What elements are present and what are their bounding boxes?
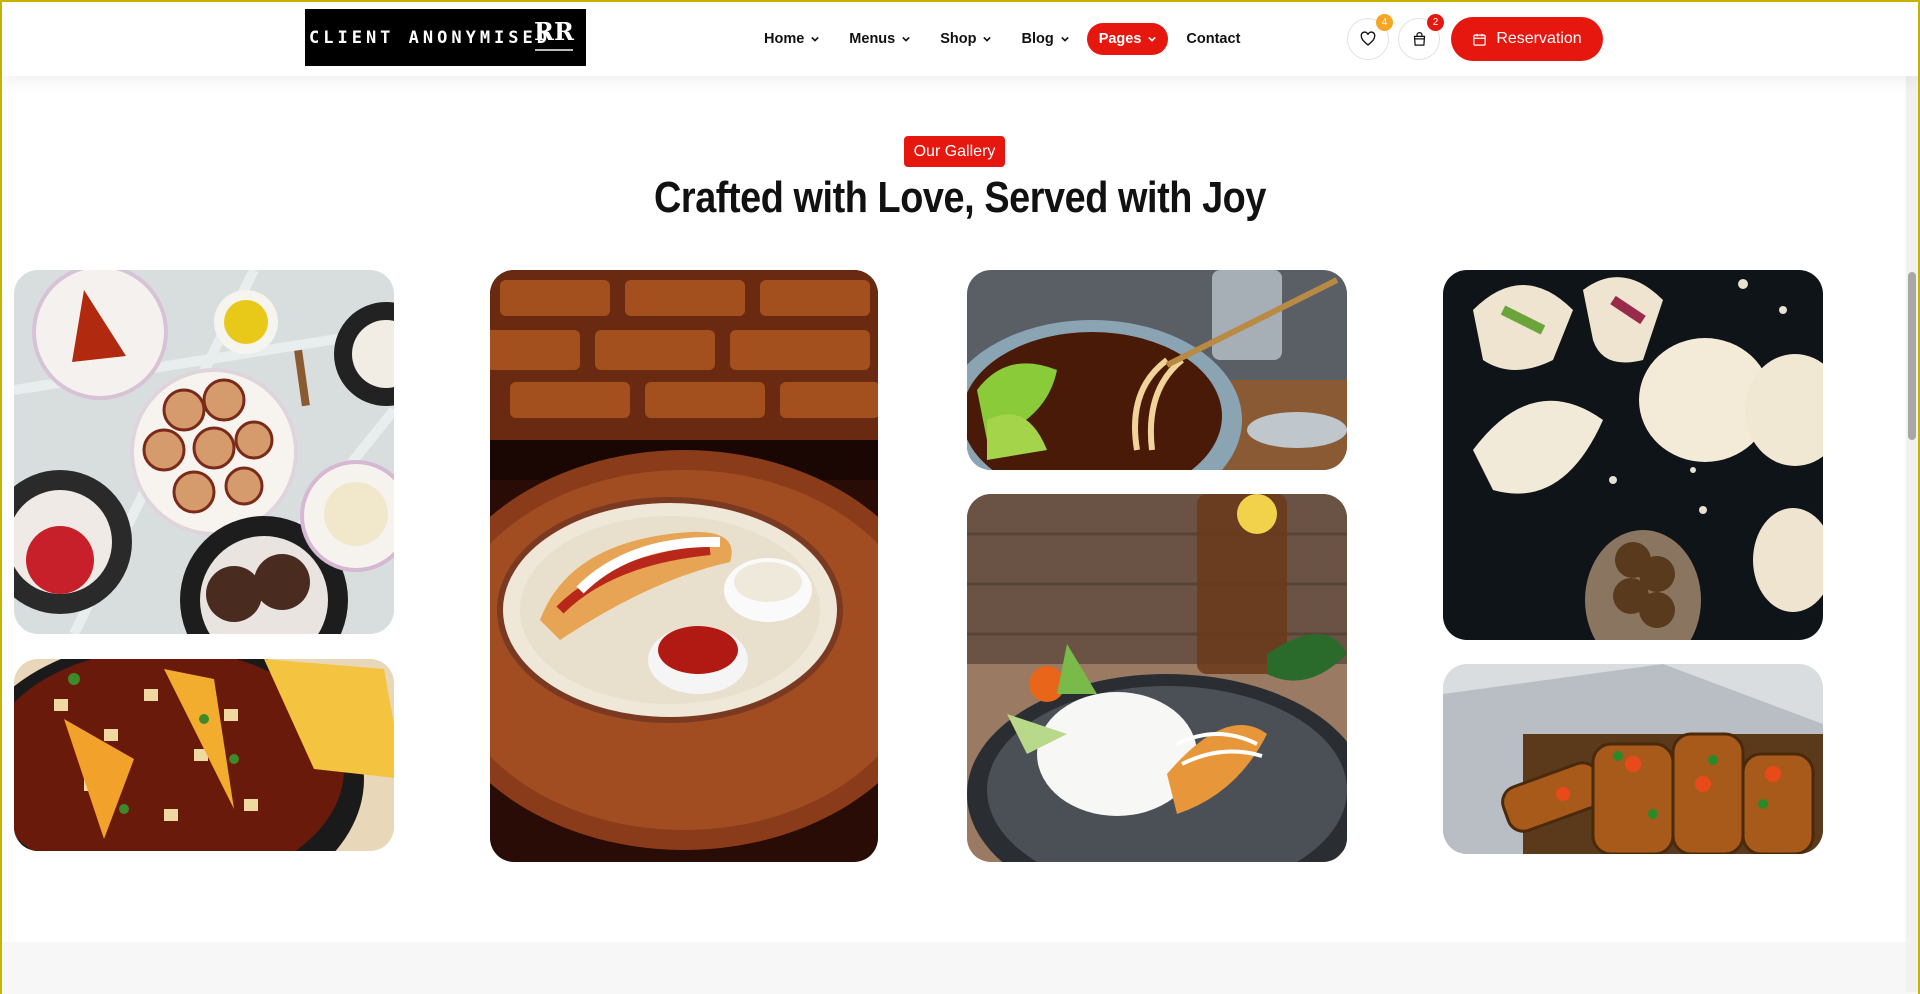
section-tag: Our Gallery (904, 136, 1005, 167)
wishlist-button[interactable]: 4 (1347, 14, 1393, 60)
gallery-image-stuffed-vegetables[interactable] (1443, 664, 1823, 854)
nachos-bowl-photo (14, 659, 394, 851)
scrollbar-thumb[interactable] (1908, 272, 1916, 440)
site-header: CLIENT ANONYMISED RR Home Menus Shop Blo… (2, 2, 1918, 76)
section-title: Crafted with Love, Served with Joy (654, 173, 1266, 222)
next-section-edge (2, 942, 1918, 994)
chevron-down-icon (902, 36, 910, 42)
gallery-image-hotdog-plate[interactable] (490, 270, 878, 862)
nav-home[interactable]: Home (752, 23, 831, 55)
noodle-soup-photo (967, 270, 1347, 470)
scrollbar[interactable] (1906, 2, 1918, 992)
reservation-button[interactable]: Reservation (1451, 17, 1603, 61)
logo-text: CLIENT ANONYMISED (309, 27, 551, 48)
gallery-image-pita-falafel[interactable] (1443, 270, 1823, 640)
shopping-bag-icon (1413, 31, 1425, 46)
nav-pages[interactable]: Pages (1086, 23, 1169, 55)
gallery-image-noodle-soup[interactable] (967, 270, 1347, 470)
nav-contact[interactable]: Contact (1174, 23, 1252, 55)
dessert-spread-photo (14, 270, 394, 634)
stuffed-vegetables-photo (1443, 664, 1823, 854)
nav-shop[interactable]: Shop (928, 23, 1003, 55)
chevron-down-icon (1060, 36, 1069, 42)
cart-count-badge: 2 (1427, 14, 1444, 31)
hotdog-plate-photo (490, 270, 878, 862)
wishlist-count-badge: 4 (1376, 14, 1393, 31)
cart-button[interactable]: 2 (1398, 14, 1444, 60)
chevron-down-icon (1148, 36, 1157, 42)
chevron-down-icon (983, 36, 992, 42)
calendar-icon (1473, 33, 1487, 46)
heart-icon (1360, 31, 1376, 46)
nav-blog[interactable]: Blog (1009, 23, 1080, 55)
main-nav: Home Menus Shop Blog Pages Contact (752, 23, 1258, 55)
gallery-image-nachos-bowl[interactable] (14, 659, 394, 851)
rice-shrimp-plate-photo (967, 494, 1347, 862)
chevron-down-icon (811, 36, 820, 42)
gallery-image-dessert-spread[interactable] (14, 270, 394, 634)
pita-falafel-photo (1443, 270, 1823, 640)
logo-monogram: RR (534, 19, 574, 57)
gallery-image-rice-shrimp-plate[interactable] (967, 494, 1347, 862)
site-logo[interactable]: CLIENT ANONYMISED RR (305, 9, 586, 66)
nav-menus[interactable]: Menus (837, 23, 922, 55)
